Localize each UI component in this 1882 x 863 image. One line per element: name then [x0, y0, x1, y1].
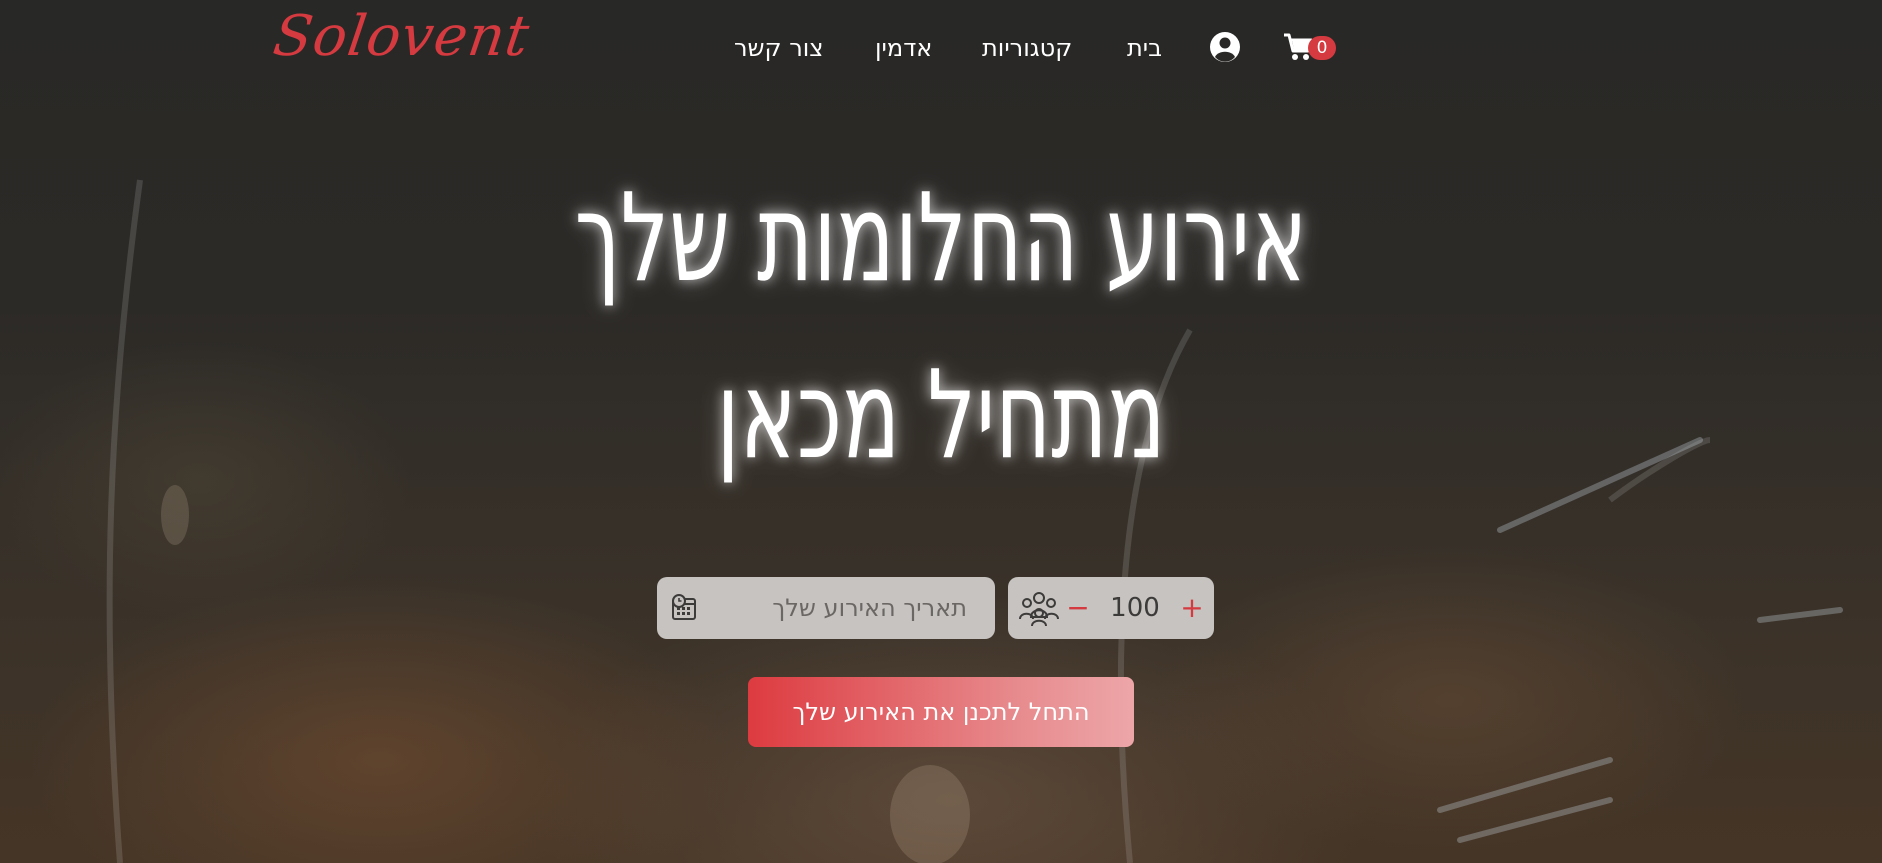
nav-categories[interactable]: קטגוריות: [982, 34, 1072, 62]
top-navigation-bar: Solovent 0 בית קטגוריות אדמין צור קשר: [0, 0, 1882, 96]
hero-headline-line2: מתחיל מכאן: [716, 344, 1166, 486]
people-group-icon: [1018, 589, 1060, 627]
nav-contact[interactable]: צור קשר: [734, 34, 824, 62]
event-date-field[interactable]: [657, 577, 995, 639]
increase-guests-button[interactable]: +: [1180, 591, 1204, 625]
main-nav: בית קטגוריות אדמין צור קשר: [0, 28, 1882, 68]
guest-count-stepper: − 100 +: [1008, 577, 1214, 639]
calendar-clock-icon[interactable]: [669, 593, 699, 623]
nav-home[interactable]: בית: [1127, 34, 1162, 62]
start-planning-button[interactable]: התחל לתכנן את האירוע שלך: [748, 677, 1134, 747]
event-date-input[interactable]: [707, 577, 987, 639]
decrease-guests-button[interactable]: −: [1066, 591, 1090, 625]
nav-admin[interactable]: אדמין: [875, 34, 932, 62]
guest-count-value[interactable]: 100: [1102, 591, 1168, 625]
hero-headline-line1: אירוע החלומות שלך: [574, 167, 1308, 309]
